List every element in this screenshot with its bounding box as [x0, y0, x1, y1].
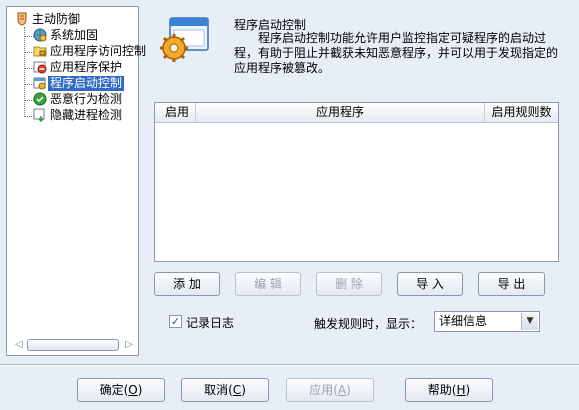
- tree-item-label: 恶意行为检测: [50, 92, 123, 106]
- tree-item-app-access-control[interactable]: 应用程序访问控制: [33, 44, 148, 59]
- apply-button-text: 应用(: [309, 383, 338, 397]
- column-header-enabled[interactable]: 启用: [155, 103, 196, 122]
- ok-button[interactable]: 确定(O): [77, 378, 165, 402]
- help-button-key: H: [456, 383, 466, 397]
- help-button-text: 帮助(: [427, 383, 457, 397]
- delete-button[interactable]: 删 除: [316, 272, 382, 296]
- tree-item-hidden-process-detection[interactable]: 隐藏进程检测: [33, 108, 124, 123]
- add-button[interactable]: 添 加: [154, 272, 220, 296]
- export-button[interactable]: 导 出: [478, 272, 545, 296]
- ok-button-suffix: ): [137, 383, 143, 397]
- cancel-button-suffix: ): [241, 383, 246, 397]
- scrollbar-thumb[interactable]: [27, 339, 119, 351]
- program-list[interactable]: 启用 应用程序 启用规则数: [154, 102, 559, 262]
- tree-item-program-launch-control[interactable]: 程序启动控制: [33, 76, 125, 91]
- tree-root-label: 主动防御: [32, 12, 81, 26]
- tree-item-label: 程序启动控制: [48, 76, 125, 91]
- green-shield-icon: [33, 92, 47, 106]
- globe-gear-icon: [33, 28, 47, 42]
- apply-button-suffix: ): [346, 383, 351, 397]
- ok-button-key: O: [128, 383, 138, 397]
- tree-item-label: 应用程序访问控制: [50, 44, 147, 58]
- edit-button[interactable]: 编 辑: [235, 272, 301, 296]
- shield-hand-icon: [15, 12, 29, 26]
- folder-lock-icon: [33, 44, 47, 58]
- scroll-left-icon[interactable]: ◁: [11, 337, 27, 353]
- tree-root-active-defense[interactable]: 主动防御: [15, 12, 82, 27]
- tree-item-system-hardening[interactable]: 系统加固: [33, 28, 100, 43]
- process-search-icon: [33, 108, 47, 123]
- apply-button-key: A: [337, 383, 347, 397]
- cancel-button-text: 取消(: [204, 383, 233, 397]
- app-no-entry-icon: [33, 60, 47, 74]
- help-button[interactable]: 帮助(H): [405, 378, 493, 402]
- app-launch-icon: [33, 76, 47, 90]
- apply-button[interactable]: 应用(A): [286, 378, 374, 402]
- cancel-button-key: C: [232, 383, 242, 397]
- column-header-application[interactable]: 应用程序: [196, 103, 485, 122]
- tree-horizontal-scrollbar[interactable]: ◁ ▷: [11, 337, 135, 353]
- trigger-display-label: 触发规则时，显示：: [314, 317, 423, 331]
- log-label[interactable]: 记录日志: [186, 314, 234, 331]
- tree-item-malicious-behavior-detection[interactable]: 恶意行为检测: [33, 92, 124, 107]
- list-header: 启用 应用程序 启用规则数: [155, 103, 558, 123]
- page-description: 程序启动控制功能允许用户监控指定可疑程序的启动过程，有助于阻止并截获未知恶意程序…: [234, 31, 559, 75]
- column-header-rule-count[interactable]: 启用规则数: [485, 103, 558, 122]
- log-checkbox[interactable]: ✓: [169, 315, 182, 328]
- chevron-down-icon[interactable]: ▼: [521, 313, 538, 330]
- help-button-suffix: ): [465, 383, 471, 397]
- tree-item-label: 应用程序保护: [50, 60, 123, 74]
- ok-button-text: 确定(: [99, 383, 129, 397]
- scroll-right-icon[interactable]: ▷: [121, 337, 137, 353]
- navigation-tree[interactable]: 主动防御 系统加固 应用程序访问控制 应用程序保护 程序启动控制 恶意行为检测 …: [6, 6, 146, 356]
- tree-item-label: 系统加固: [50, 28, 99, 42]
- import-button[interactable]: 导 入: [397, 272, 463, 296]
- tree-item-label: 隐藏进程检测: [50, 108, 123, 122]
- window-gear-icon: [158, 14, 212, 66]
- tree-item-app-protection[interactable]: 应用程序保护: [33, 60, 124, 75]
- display-mode-select[interactable]: 详细信息 ▼: [434, 311, 540, 332]
- display-mode-value: 详细信息: [439, 314, 488, 328]
- cancel-button[interactable]: 取消(C): [181, 378, 269, 402]
- footer-divider: [0, 364, 579, 366]
